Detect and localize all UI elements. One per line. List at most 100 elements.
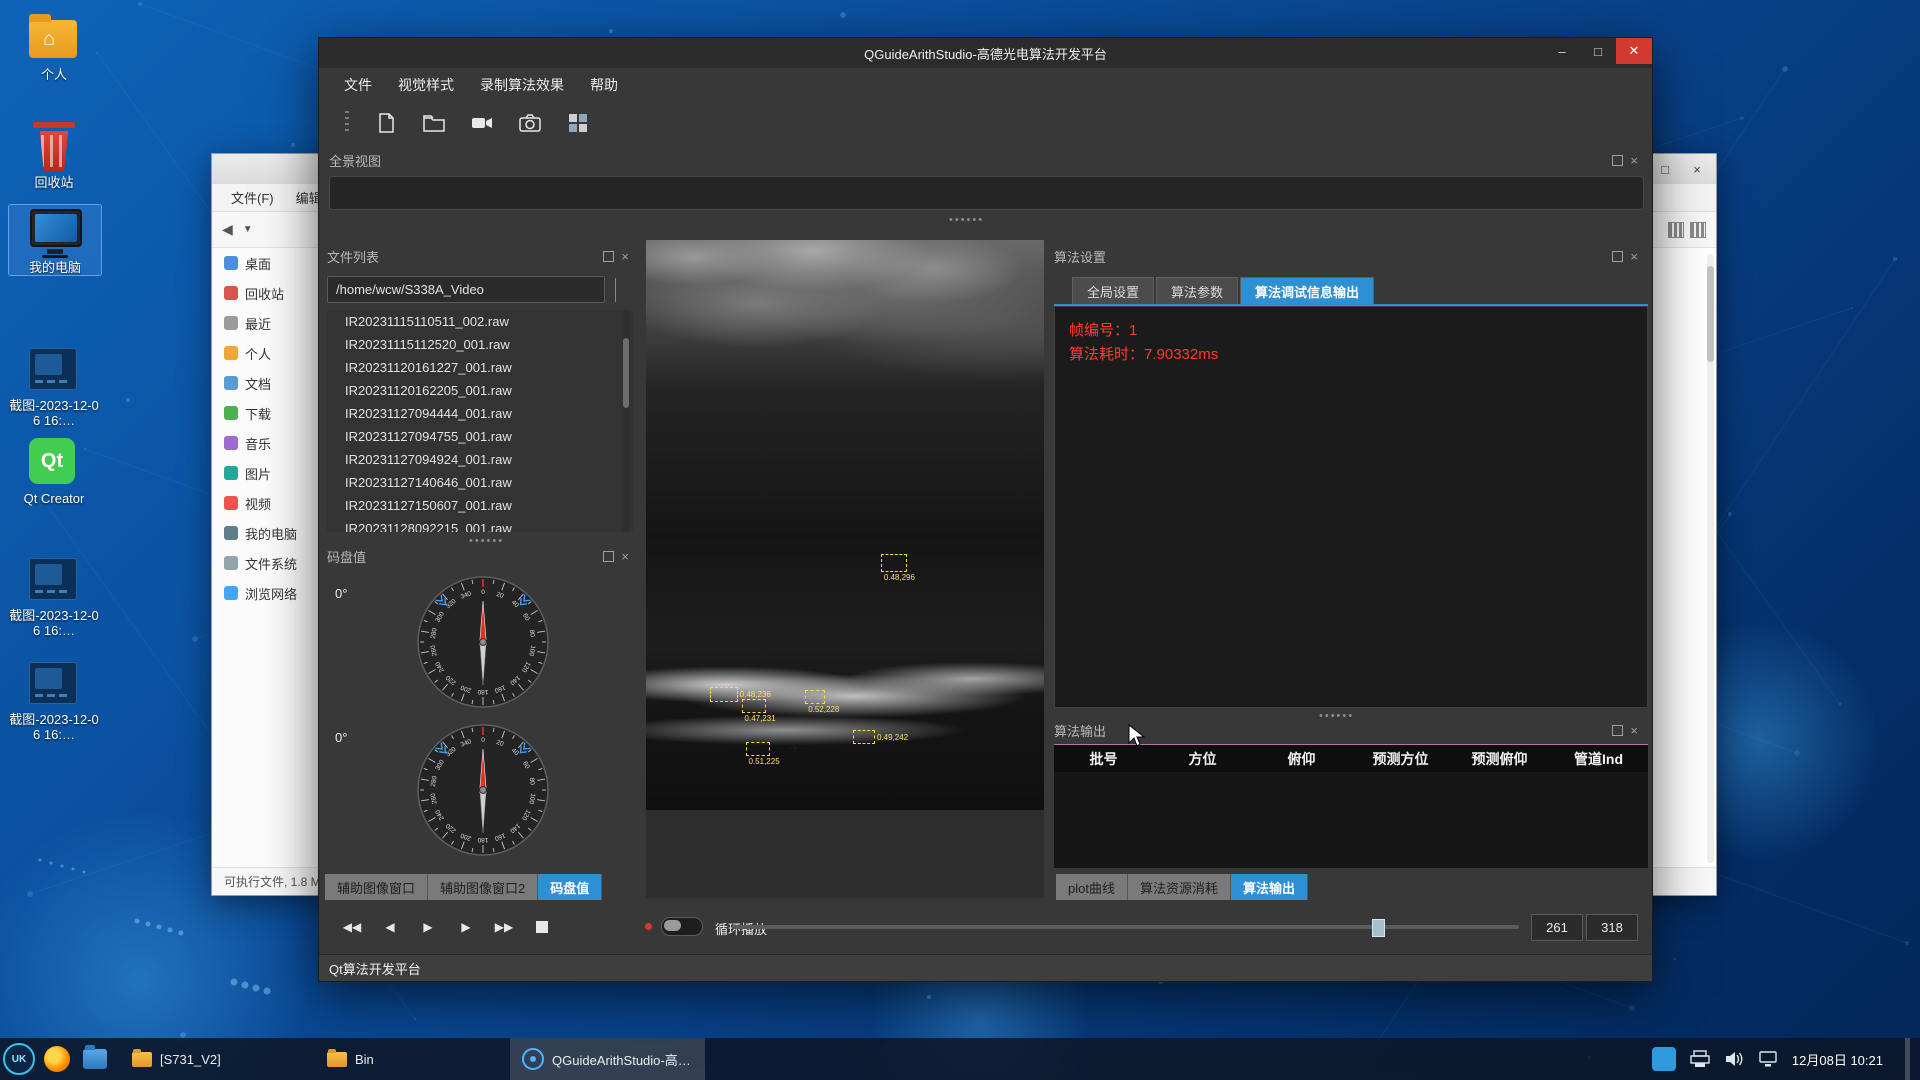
fm-maximize-button[interactable]: □: [1650, 157, 1680, 181]
fm-sidebar-item[interactable]: 音乐: [212, 428, 322, 458]
settings-tab-算法调试信息输出[interactable]: 算法调试信息输出: [1240, 277, 1374, 305]
desktop-icon-home-folder[interactable]: ⌂个人: [8, 12, 100, 82]
desktop-icon-my-computer[interactable]: 我的电脑: [8, 204, 102, 276]
file-list-item[interactable]: IR20231127094444_001.raw: [327, 402, 633, 425]
file-path-input[interactable]: /home/wcw/S338A_Video: [327, 276, 605, 303]
dock-tab-plot曲线[interactable]: plot曲线: [1056, 874, 1128, 900]
fm-view-grid-icon[interactable]: [1668, 222, 1684, 238]
algo-settings-close-icon[interactable]: ×: [1630, 252, 1638, 261]
app-menu-item[interactable]: 录制算法效果: [467, 70, 577, 100]
fm-sidebar-item[interactable]: 下载: [212, 398, 322, 428]
record-video-button[interactable]: [469, 110, 495, 136]
algo-settings-float-icon[interactable]: [1612, 251, 1623, 262]
fm-sidebar-item[interactable]: 视频: [212, 488, 322, 518]
fm-menu-item[interactable]: 文件(F): [222, 185, 283, 210]
browser-launcher[interactable]: [38, 1038, 76, 1080]
fm-history-dropdown[interactable]: ▼: [243, 224, 253, 235]
desktop-icon-screenshot[interactable]: 截图-2023-12-06 16:…: [8, 657, 100, 742]
fm-sidebar-item[interactable]: 回收站: [212, 278, 322, 308]
playback-slider[interactable]: [732, 925, 1519, 929]
path-splitter[interactable]: [615, 278, 616, 302]
file-list-item[interactable]: IR20231120162205_001.raw: [327, 379, 633, 402]
file-list-item[interactable]: IR20231120161227_001.raw: [327, 356, 633, 379]
code-disc-float-icon[interactable]: [603, 551, 614, 562]
settings-tab-算法参数[interactable]: 算法参数: [1156, 277, 1238, 305]
layout-grid-button[interactable]: [565, 110, 591, 136]
fm-scrollbar[interactable]: [1707, 254, 1714, 863]
file-list-item[interactable]: IR20231127140646_001.raw: [327, 471, 633, 494]
fm-sidebar-item[interactable]: 桌面: [212, 248, 322, 278]
fm-sidebar-item[interactable]: 最近: [212, 308, 322, 338]
file-list-item[interactable]: IR20231115112520_001.raw: [327, 333, 633, 356]
app-close-button[interactable]: ✕: [1616, 38, 1652, 64]
loop-toggle[interactable]: [661, 917, 703, 936]
network-icon[interactable]: [1758, 1050, 1778, 1068]
prev-frame-button[interactable]: ◀: [375, 914, 405, 940]
taskbar-clock[interactable]: 12月08日 10:21: [1792, 1050, 1883, 1069]
printer-icon[interactable]: [1690, 1050, 1710, 1068]
desktop-icon-screenshot[interactable]: 截图-2023-12-06 16:…: [8, 343, 100, 428]
snapshot-button[interactable]: [517, 110, 543, 136]
start-button[interactable]: UK: [0, 1038, 38, 1080]
code-disc-close-icon[interactable]: ×: [621, 552, 629, 561]
panorama-strip[interactable]: [329, 176, 1644, 210]
app-menu-item[interactable]: 文件: [331, 70, 385, 100]
fm-sidebar-item[interactable]: 浏览网络: [212, 578, 322, 608]
app-menu-item[interactable]: 帮助: [577, 70, 631, 100]
input-method-icon[interactable]: [1652, 1047, 1676, 1071]
play-button[interactable]: ▶: [413, 914, 443, 940]
file-list-close-icon[interactable]: ×: [621, 252, 629, 261]
rewind-button[interactable]: ◀◀: [337, 914, 367, 940]
taskbar-task[interactable]: Bin: [315, 1038, 510, 1080]
algo-output-close-icon[interactable]: ×: [1630, 726, 1638, 735]
file-list-scrollbar[interactable]: [622, 310, 630, 532]
app-menu-item[interactable]: 视觉样式: [385, 70, 467, 100]
file-manager-launcher[interactable]: [76, 1038, 114, 1080]
open-folder-button[interactable]: [421, 110, 447, 136]
fm-close-button[interactable]: ×: [1682, 157, 1712, 181]
show-desktop-button[interactable]: [1905, 1038, 1910, 1080]
algo-output-float-icon[interactable]: [1612, 725, 1623, 736]
frame-total-box[interactable]: 318: [1586, 914, 1638, 941]
fm-sidebar-item[interactable]: 个人: [212, 338, 322, 368]
desktop-icon-recycle-bin[interactable]: 回收站: [8, 120, 100, 190]
file-list-float-icon[interactable]: [603, 251, 614, 262]
fm-sidebar-item[interactable]: 图片: [212, 458, 322, 488]
file-list-item[interactable]: IR20231115110511_002.raw: [327, 310, 633, 333]
fm-sidebar-item[interactable]: 我的电脑: [212, 518, 322, 548]
app-titlebar[interactable]: QGuideArithStudio-高德光电算法开发平台 – □ ✕: [319, 38, 1652, 68]
next-frame-button[interactable]: ▶: [451, 914, 481, 940]
new-file-button[interactable]: [373, 110, 399, 136]
panorama-float-icon[interactable]: [1612, 155, 1623, 166]
app-minimize-button[interactable]: –: [1544, 38, 1580, 64]
splitter-handle[interactable]: ••••••: [949, 214, 984, 226]
slider-handle[interactable]: [1372, 919, 1385, 937]
qguide-main-window[interactable]: QGuideArithStudio-高德光电算法开发平台 – □ ✕ 文件视觉样…: [318, 37, 1653, 982]
desktop-icon-screenshot[interactable]: 截图-2023-12-06 16:…: [8, 553, 100, 638]
panorama-close-icon[interactable]: ×: [1630, 156, 1638, 165]
dock-tab-辅助图像窗口2[interactable]: 辅助图像窗口2: [428, 874, 538, 900]
fm-sidebar-item[interactable]: 文件系统: [212, 548, 322, 578]
file-list-item[interactable]: IR20231127094755_001.raw: [327, 425, 633, 448]
settings-tab-全局设置[interactable]: 全局设置: [1072, 277, 1154, 305]
stop-button[interactable]: [527, 914, 557, 940]
file-list-item[interactable]: IR20231128092215_001.raw: [327, 517, 633, 532]
taskbar-task[interactable]: [S731_V2]: [120, 1038, 315, 1080]
file-list-item[interactable]: IR20231127150607_001.raw: [327, 494, 633, 517]
frame-position-box[interactable]: 261: [1531, 914, 1583, 941]
file-list-item[interactable]: IR20231127094924_001.raw: [327, 448, 633, 471]
dock-tab-算法资源消耗[interactable]: 算法资源消耗: [1128, 874, 1231, 900]
volume-icon[interactable]: [1724, 1050, 1744, 1068]
fm-view-list-icon[interactable]: [1690, 222, 1706, 238]
fm-back-button[interactable]: ◀: [222, 221, 233, 238]
fast-forward-button[interactable]: ▶▶: [489, 914, 519, 940]
dock-tab-辅助图像窗口[interactable]: 辅助图像窗口: [325, 874, 428, 900]
app-maximize-button[interactable]: □: [1580, 38, 1616, 64]
video-display[interactable]: 0.48,2960.48,2360.47,2310.52,2280.49,242…: [646, 240, 1044, 898]
taskbar-task[interactable]: QGuideArithStudio-高…: [510, 1038, 705, 1080]
file-list[interactable]: IR20231115110511_002.rawIR20231115112520…: [327, 310, 633, 532]
dock-tab-码盘值[interactable]: 码盘值: [538, 874, 602, 900]
dock-tab-算法输出[interactable]: 算法输出: [1231, 874, 1308, 900]
toolbar-grip[interactable]: [345, 111, 349, 135]
fm-sidebar-item[interactable]: 文档: [212, 368, 322, 398]
